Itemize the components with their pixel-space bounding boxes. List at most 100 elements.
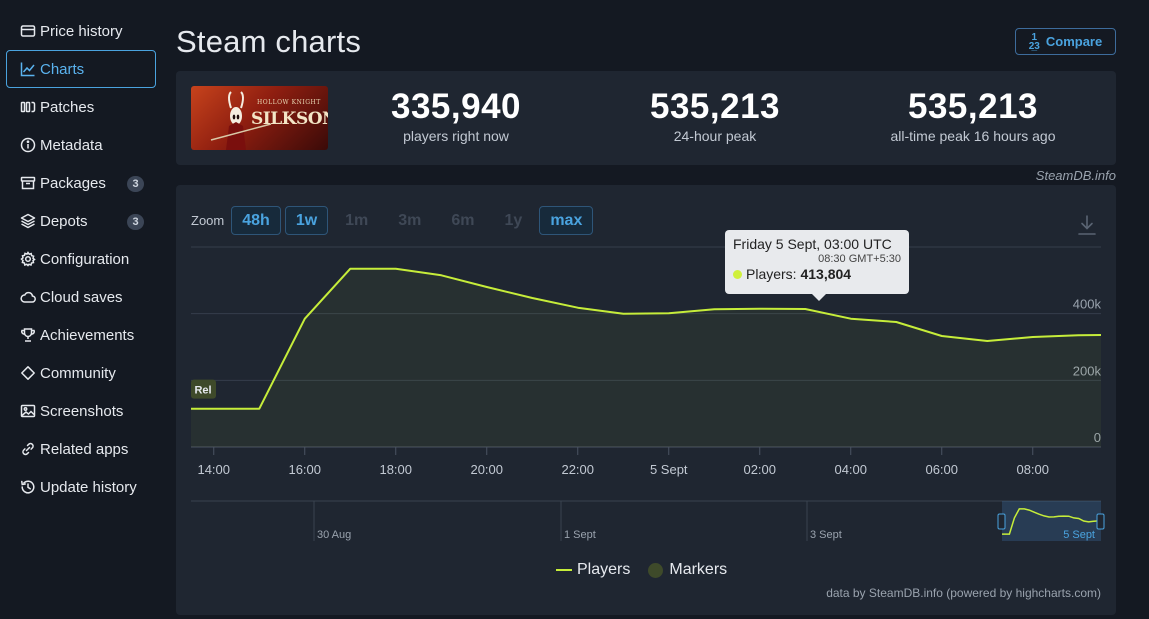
history-icon (19, 479, 36, 496)
tooltip-value-row: Players: 413,804 (733, 266, 901, 282)
peak-24h-label: 24-hour peak (673, 128, 757, 144)
capsule-subtitle: HOLLOW KNIGHT (257, 99, 321, 106)
x-tick-label: 18:00 (379, 462, 412, 477)
package-icon (19, 175, 36, 192)
sidebar-item-patches[interactable]: Patches (6, 88, 156, 126)
page-title: Steam charts (176, 24, 362, 59)
sidebar-item-screenshots[interactable]: Screenshots (6, 392, 156, 430)
sidebar-item-update-history[interactable]: Update history (6, 468, 156, 506)
tooltip-arrow (812, 294, 826, 301)
depots-count-badge: 3 (127, 214, 144, 230)
compare-button[interactable]: 1 2̲3 Compare (1015, 28, 1116, 55)
layers-icon (19, 213, 36, 230)
chart-tooltip: Friday 5 Sept, 03:00 UTC 08:30 GMT+5:30 … (725, 230, 909, 294)
x-tick-label: 5 Sept (650, 462, 688, 477)
chart-line-icon (19, 61, 36, 78)
sidebar-item-label: Depots (40, 212, 88, 230)
price-history-icon (19, 23, 36, 40)
sidebar-item-label: Metadata (40, 136, 103, 154)
zoom-max-button[interactable]: max (539, 206, 594, 235)
zoom-label: Zoom (191, 213, 225, 228)
trophy-icon (19, 327, 36, 344)
sidebar-item-label: Screenshots (40, 402, 124, 420)
tooltip-title: Friday 5 Sept, 03:00 UTC (733, 236, 892, 252)
game-capsule-image[interactable]: HOLLOW KNIGHT SILKSONG (191, 86, 328, 150)
sidebar-item-price-history[interactable]: Price history (6, 12, 156, 50)
sidebar-item-label: Community (40, 364, 116, 382)
legend-players[interactable]: Players (556, 561, 630, 579)
navigator-right-handle[interactable] (1096, 513, 1105, 530)
sidebar-item-configuration[interactable]: Configuration (6, 240, 156, 278)
diamond-icon (19, 365, 36, 382)
x-tick-label: 16:00 (288, 462, 321, 477)
steamdb-credit: SteamDB.info (1035, 168, 1116, 183)
line-symbol-icon (556, 569, 572, 571)
series-dot-icon (733, 270, 742, 279)
sidebar-item-packages[interactable]: Packages 3 (6, 164, 156, 202)
sidebar-item-achievements[interactable]: Achievements (6, 316, 156, 354)
legend-markers[interactable]: Markers (648, 561, 727, 579)
legend-players-label: Players (577, 561, 631, 578)
sidebar-item-label: Charts (40, 60, 85, 78)
sidebar-item-label: Update history (40, 478, 137, 496)
packages-count-badge: 3 (127, 176, 144, 192)
sidebar-item-depots[interactable]: Depots 3 (6, 202, 156, 240)
peak-all-value: 535,213 (907, 87, 1039, 126)
info-icon (19, 137, 36, 154)
gear-icon (19, 251, 36, 268)
players-now-value: 335,940 (390, 87, 522, 126)
link-icon (19, 441, 36, 458)
tooltip-value: 413,804 (800, 266, 852, 282)
y-tick-label: 400k (1073, 297, 1102, 312)
x-tick-label: 06:00 (925, 462, 958, 477)
navigator-date-label: 3 Sept (810, 529, 842, 541)
sidebar-item-charts[interactable]: Charts (6, 50, 156, 88)
sidebar-item-cloud-saves[interactable]: Cloud saves (6, 278, 156, 316)
sidebar-item-label: Related apps (40, 440, 129, 458)
sidebar-item-label: Packages (40, 174, 106, 192)
peak-24h-value: 535,213 (649, 87, 781, 126)
zoom-3m-button[interactable]: 3m (385, 206, 434, 235)
navigator-date-label: 5 Sept (1063, 529, 1095, 541)
data-credit: data by SteamDB.info (powered by highcha… (826, 586, 1101, 600)
sidebar-item-community[interactable]: Community (6, 354, 156, 392)
sidebar-item-label: Patches (40, 98, 95, 116)
download-icon[interactable] (1076, 213, 1098, 237)
navigator-left-handle[interactable] (997, 513, 1006, 530)
compare-label: Compare (1045, 34, 1103, 49)
x-tick-label: 02:00 (743, 462, 776, 477)
sidebar-item-metadata[interactable]: Metadata (6, 126, 156, 164)
peak-all-stat: 535,213 all-time peak 16 hours ago (870, 87, 1076, 144)
peak-all-label: all-time peak 16 hours ago (890, 128, 1056, 144)
patches-icon (19, 99, 36, 116)
zoom-1w-button[interactable]: 1w (284, 206, 329, 235)
chart-legend: Players Markers (556, 561, 745, 579)
zoom-1m-button[interactable]: 1m (332, 206, 381, 235)
image-icon (19, 403, 36, 420)
chart-panel: 0200k400k14:0016:0018:0020:0022:005 Sept… (176, 185, 1116, 615)
zoom-6m-button[interactable]: 6m (438, 206, 487, 235)
sidebar-item-label: Cloud saves (40, 288, 123, 306)
sidebar-item-related-apps[interactable]: Related apps (6, 430, 156, 468)
zoom-48h-button[interactable]: 48h (231, 206, 281, 235)
players-area (191, 268, 1101, 447)
peak-24h-stat: 535,213 24-hour peak (625, 87, 805, 144)
x-tick-label: 22:00 (561, 462, 594, 477)
release-marker-label: Rel (194, 385, 211, 397)
x-tick-label: 08:00 (1016, 462, 1049, 477)
numbered-list-icon: 1 2̲3 (1028, 31, 1040, 52)
navigator-date-label: 30 Aug (317, 529, 351, 541)
x-tick-label: 20:00 (470, 462, 503, 477)
tooltip-subtitle: 08:30 GMT+5:30 (818, 253, 901, 265)
players-now-stat: 335,940 players right now (366, 87, 546, 144)
players-chart[interactable]: 0200k400k14:0016:0018:0020:0022:005 Sept… (176, 185, 1116, 615)
zoom-1y-button[interactable]: 1y (492, 206, 536, 235)
tooltip-series-label: Players: (746, 266, 801, 282)
sidebar-item-label: Achievements (40, 326, 135, 344)
players-now-label: players right now (403, 128, 509, 144)
sidebar-item-label: Price history (40, 22, 123, 40)
x-tick-label: 14:00 (197, 462, 230, 477)
sidebar: Price history Charts Patches Metadata Pa… (6, 12, 156, 506)
sidebar-item-label: Configuration (40, 250, 130, 268)
stats-panel: HOLLOW KNIGHT SILKSONG 335,940 players r… (176, 71, 1116, 165)
